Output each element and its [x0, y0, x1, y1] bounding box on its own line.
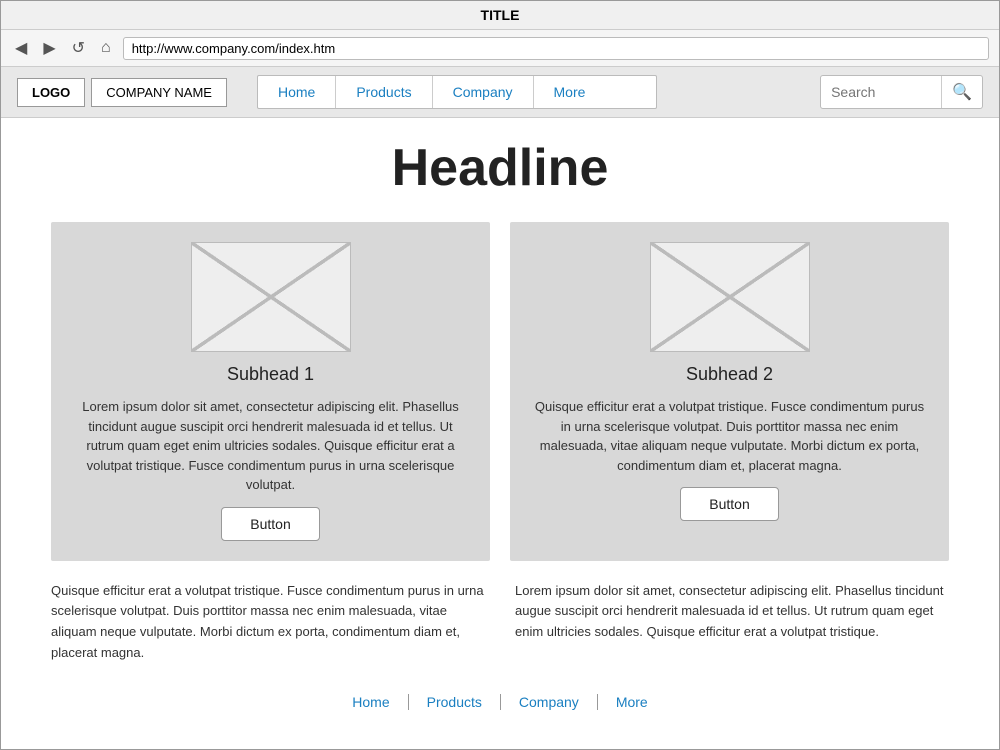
search-input[interactable]: [821, 78, 941, 106]
title-bar: TITLE: [1, 1, 999, 30]
logo-area: LOGO COMPANY NAME: [17, 78, 227, 107]
card-2-text: Quisque efficitur erat a volutpat tristi…: [530, 397, 929, 475]
footer-nav-more[interactable]: More: [598, 694, 666, 710]
bottom-text-2: Lorem ipsum dolor sit amet, consectetur …: [515, 581, 949, 664]
main-nav: Home Products Company More: [257, 75, 657, 109]
card-1-button[interactable]: Button: [221, 507, 319, 541]
headline: Headline: [51, 138, 949, 198]
forward-button[interactable]: ▶: [39, 36, 59, 60]
main-content: Headline Subhead 1 Lorem ipsum dolor sit…: [1, 118, 999, 734]
card-2-image: [650, 242, 810, 352]
nav-item-more[interactable]: More: [534, 76, 606, 108]
bottom-text-1: Quisque efficitur erat a volutpat tristi…: [51, 581, 485, 664]
card-1-image: [191, 242, 351, 352]
bottom-text-row: Quisque efficitur erat a volutpat tristi…: [51, 581, 949, 664]
card-1-text: Lorem ipsum dolor sit amet, consectetur …: [71, 397, 470, 495]
address-bar[interactable]: [123, 37, 989, 60]
nav-item-company[interactable]: Company: [433, 76, 534, 108]
nav-item-home[interactable]: Home: [258, 76, 336, 108]
footer-nav-company[interactable]: Company: [501, 694, 598, 710]
search-area: 🔍: [820, 75, 983, 109]
search-button[interactable]: 🔍: [941, 76, 982, 108]
refresh-button[interactable]: ↺: [68, 36, 89, 60]
cards-row: Subhead 1 Lorem ipsum dolor sit amet, co…: [51, 222, 949, 561]
page-title: TITLE: [481, 7, 520, 23]
logo-box: LOGO: [17, 78, 85, 107]
company-name: COMPANY NAME: [91, 78, 227, 107]
home-button[interactable]: ⌂: [97, 37, 115, 59]
site-header: LOGO COMPANY NAME Home Products Company …: [1, 67, 999, 118]
back-button[interactable]: ◀: [11, 36, 31, 60]
browser-chrome: ◀ ▶ ↺ ⌂: [1, 30, 999, 67]
card-2-button[interactable]: Button: [680, 487, 778, 521]
card-1: Subhead 1 Lorem ipsum dolor sit amet, co…: [51, 222, 490, 561]
nav-item-products[interactable]: Products: [336, 76, 432, 108]
footer-nav-home[interactable]: Home: [334, 694, 408, 710]
card-1-subhead: Subhead 1: [227, 364, 314, 385]
card-2-subhead: Subhead 2: [686, 364, 773, 385]
footer-nav: Home Products Company More: [51, 684, 949, 714]
footer-nav-products[interactable]: Products: [409, 694, 501, 710]
card-2: Subhead 2 Quisque efficitur erat a volut…: [510, 222, 949, 561]
